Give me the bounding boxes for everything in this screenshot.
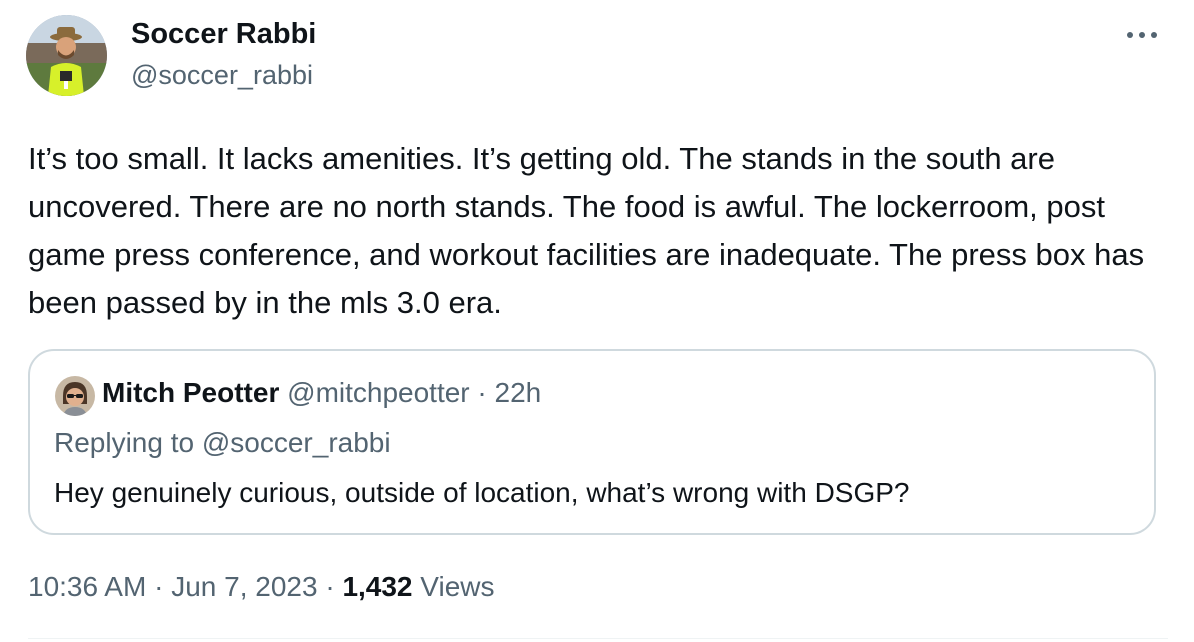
quoted-header: Mitch Peotter @mitchpeotter · 22h	[102, 377, 541, 409]
author-avatar[interactable]	[26, 15, 107, 96]
tweet-date[interactable]: Jun 7, 2023	[171, 571, 317, 602]
views-count[interactable]: 1,432	[342, 571, 412, 602]
replying-to: Replying to @soccer_rabbi	[54, 427, 391, 458]
quoted-author-handle[interactable]: @mitchpeotter	[287, 377, 470, 408]
quoted-author-name[interactable]: Mitch Peotter	[102, 377, 279, 408]
author-name[interactable]: Soccer Rabbi	[131, 18, 316, 51]
avatar-image	[26, 15, 107, 96]
tweet-time[interactable]: 10:36 AM	[28, 571, 146, 602]
tweet-text: It’s too small. It lacks amenities. It’s…	[28, 141, 1145, 320]
separator-dot: ·	[154, 571, 164, 602]
tweet: Soccer Rabbi @soccer_rabbi It’s too smal…	[0, 0, 1194, 642]
author-handle[interactable]: @soccer_rabbi	[131, 60, 313, 91]
quoted-author-avatar[interactable]	[55, 376, 95, 416]
ellipsis-icon	[1127, 32, 1157, 38]
quoted-tweet[interactable]: Mitch Peotter @mitchpeotter · 22h Replyi…	[28, 349, 1156, 535]
quoted-timestamp[interactable]: 22h	[495, 377, 542, 408]
more-options-button[interactable]	[1120, 18, 1164, 52]
separator-dot: ·	[477, 377, 487, 408]
avatar-image	[55, 376, 95, 416]
tweet-meta: 10:36 AM · Jun 7, 2023 · 1,432 Views	[28, 571, 494, 603]
quoted-text: Hey genuinely curious, outside of locati…	[54, 477, 910, 508]
divider	[28, 638, 1168, 639]
views-label: Views	[420, 571, 495, 602]
separator-dot: ·	[325, 571, 335, 602]
